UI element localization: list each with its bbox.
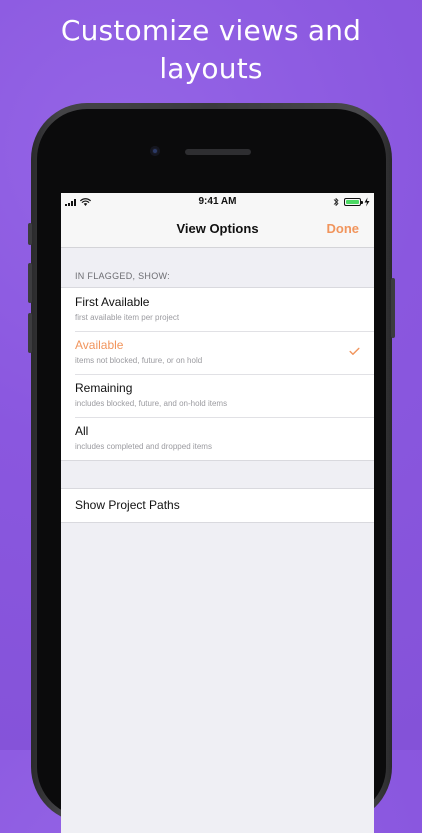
phone-power-button [391,278,395,338]
front-camera [150,146,160,156]
option-all[interactable]: All includes completed and dropped items [61,417,374,460]
show-project-paths-label: Show Project Paths [75,498,180,512]
headline: Customize views and layouts [0,12,422,88]
bluetooth-icon [333,198,339,206]
phone-screen: 9:41 AM View Options Done IN FLAGGED, SH… [61,193,374,833]
project-paths-list: Show Project Paths [61,488,374,523]
option-subtitle: first available item per project [75,313,180,322]
option-title: All [75,424,89,438]
earpiece-speaker [185,149,251,155]
status-time: 9:41 AM [198,196,237,207]
battery-icon [344,198,363,206]
option-available[interactable]: Available items not blocked, future, or … [61,331,374,374]
option-title: Remaining [75,381,133,395]
phone-silent-switch [28,223,32,245]
option-subtitle: includes blocked, future, and on-hold it… [75,399,228,408]
headline-line-1: Customize views and [60,14,362,47]
flagged-options-list: First Available first available item per… [61,287,374,461]
option-title: Available [75,338,124,352]
option-first-available[interactable]: First Available first available item per… [61,288,374,331]
option-remaining[interactable]: Remaining includes blocked, future, and … [61,374,374,417]
done-button[interactable]: Done [327,221,360,236]
headline-line-2: layouts [159,52,263,85]
option-title: First Available [75,295,150,309]
phone-bezel: 9:41 AM View Options Done IN FLAGGED, SH… [37,109,386,833]
charging-bolt-icon [364,197,370,207]
navigation-bar: View Options Done [61,213,374,248]
status-bar: 9:41 AM [61,193,374,213]
battery-level [346,200,359,204]
checkmark-icon [349,347,360,355]
show-project-paths-row[interactable]: Show Project Paths [61,489,374,522]
option-subtitle: includes completed and dropped items [75,442,212,451]
phone-volume-down [28,313,32,353]
option-subtitle: items not blocked, future, or on hold [75,356,203,365]
phone-volume-up [28,263,32,303]
phone-frame: 9:41 AM View Options Done IN FLAGGED, SH… [28,103,395,833]
section-header-flagged: IN FLAGGED, SHOW: [75,271,170,281]
